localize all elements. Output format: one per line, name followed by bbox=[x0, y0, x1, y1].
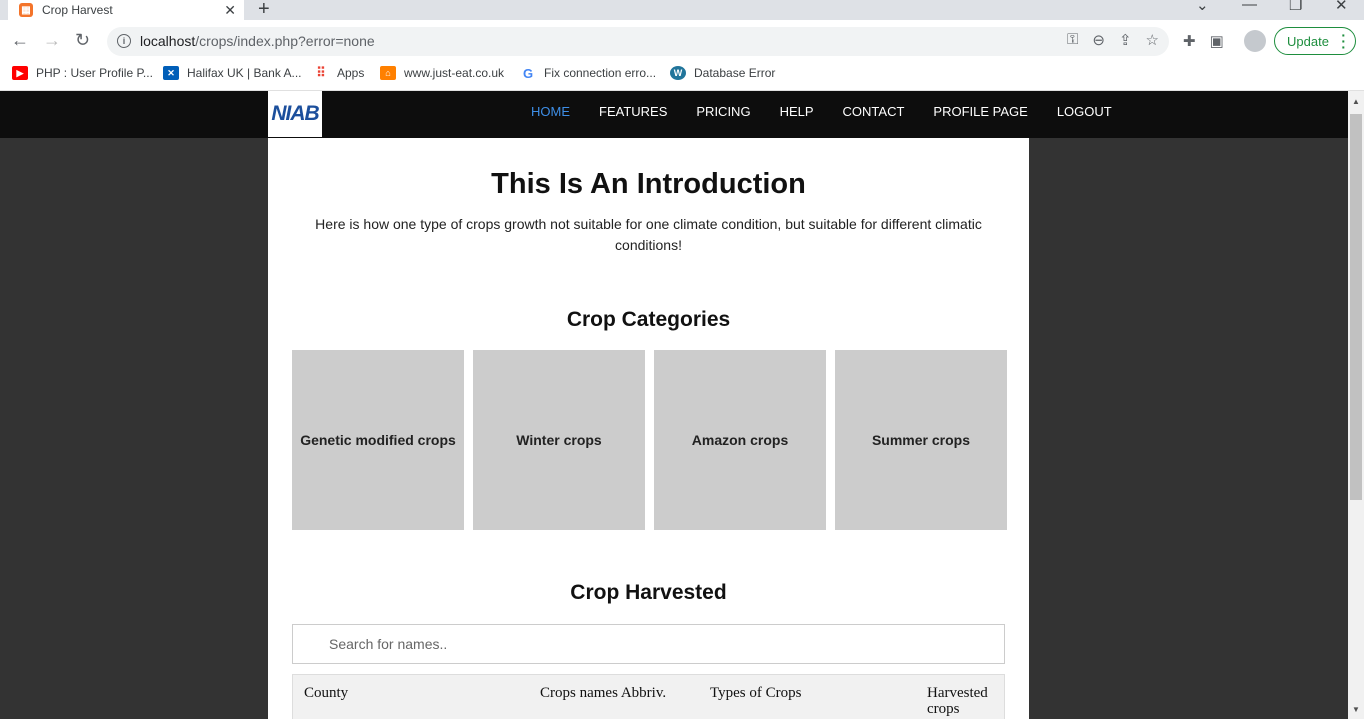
new-tab-button[interactable]: + bbox=[258, 0, 270, 21]
nav-help[interactable]: HELP bbox=[780, 104, 814, 119]
bookmarks-bar: ▶ PHP : User Profile P... ✕ Halifax UK |… bbox=[0, 62, 1364, 91]
extension-actions: ✚ ▣ bbox=[1183, 32, 1224, 50]
bookmark-just-eat[interactable]: ⌂ www.just-eat.co.uk bbox=[380, 66, 504, 80]
close-tab-icon[interactable]: ✕ bbox=[224, 2, 236, 19]
search-input[interactable] bbox=[292, 624, 1005, 664]
bookmark-fix-connection[interactable]: G Fix connection erro... bbox=[520, 65, 657, 81]
tab-strip: ▦ Crop Harvest ✕ + ⌄ — ❐ ✕ bbox=[0, 0, 1364, 20]
bookmark-halifax[interactable]: ✕ Halifax UK | Bank A... bbox=[163, 66, 302, 80]
omnibox-actions: ⚿ ⊖ ⇪ ☆ bbox=[1067, 31, 1159, 49]
bookmark-label: PHP : User Profile P... bbox=[36, 66, 153, 80]
xampp-favicon-icon: ▦ bbox=[19, 3, 33, 17]
update-label: Update bbox=[1287, 33, 1329, 49]
back-icon[interactable]: ← bbox=[11, 30, 29, 51]
bookmark-apps[interactable]: ⠿ Apps bbox=[313, 65, 365, 80]
column-header-county[interactable]: County bbox=[304, 685, 348, 702]
minimize-icon[interactable]: — bbox=[1242, 0, 1257, 13]
apps-grid-icon: ⠿ bbox=[316, 65, 326, 80]
bookmark-label: Fix connection erro... bbox=[544, 66, 657, 80]
category-card-genetic-modified[interactable]: Genetic modified crops bbox=[292, 350, 464, 530]
key-icon[interactable]: ⚿ bbox=[1067, 31, 1078, 49]
nav-contact[interactable]: CONTACT bbox=[843, 104, 905, 119]
just-eat-icon: ⌂ bbox=[380, 66, 396, 80]
bookmark-php-profile[interactable]: ▶ PHP : User Profile P... bbox=[12, 66, 153, 80]
nav-features[interactable]: FEATURES bbox=[599, 104, 667, 119]
close-window-icon[interactable]: ✕ bbox=[1335, 0, 1348, 14]
scrollbar-thumb[interactable] bbox=[1350, 114, 1362, 500]
star-icon[interactable]: ☆ bbox=[1146, 31, 1159, 49]
nav-profile-page[interactable]: PROFILE PAGE bbox=[933, 104, 1027, 119]
tab-search-icon[interactable]: ⌄ bbox=[1196, 0, 1209, 14]
url-text[interactable]: localhost/crops/index.php?error=none bbox=[140, 33, 375, 49]
address-bar[interactable]: i localhost/crops/index.php?error=none ⚿… bbox=[107, 27, 1169, 56]
bookmark-label: www.just-eat.co.uk bbox=[404, 66, 505, 80]
menu-kebab-icon[interactable]: · · · bbox=[1341, 28, 1346, 54]
category-cards: Genetic modified crops Winter crops Amaz… bbox=[292, 350, 1007, 530]
column-header-types[interactable]: Types of Crops bbox=[710, 685, 801, 702]
column-header-crops-abbriv[interactable]: Crops names Abbriv. bbox=[540, 685, 666, 702]
forward-icon[interactable]: → bbox=[43, 30, 61, 51]
column-header-harvested[interactable]: Harvested crops bbox=[927, 685, 999, 717]
browser-tab[interactable]: ▦ Crop Harvest ✕ bbox=[8, 0, 244, 20]
update-button[interactable]: Update · · · bbox=[1274, 27, 1356, 55]
bookmark-label: Apps bbox=[337, 66, 365, 80]
reload-icon[interactable]: ↻ bbox=[75, 30, 90, 51]
wordpress-icon: W bbox=[670, 66, 686, 80]
intro-text: Here is how one type of crops growth not… bbox=[315, 216, 982, 253]
bookmark-label: Halifax UK | Bank A... bbox=[187, 66, 302, 80]
tab-title: Crop Harvest bbox=[42, 3, 113, 17]
logo-text: NIAB bbox=[271, 102, 319, 125]
share-icon[interactable]: ⇪ bbox=[1119, 31, 1132, 49]
table-header-row: County Crops names Abbriv. Types of Crop… bbox=[292, 674, 1005, 719]
nav-home[interactable]: HOME bbox=[531, 104, 570, 119]
scroll-up-arrow-icon[interactable]: ▲ bbox=[1352, 97, 1360, 106]
bookmark-label: Database Error bbox=[694, 66, 776, 80]
site-navbar: NIAB HOME FEATURES PRICING HELP CONTACT … bbox=[0, 91, 1348, 138]
page-scrollbar[interactable]: ▲ ▼ bbox=[1348, 91, 1364, 719]
category-card-summer[interactable]: Summer crops bbox=[835, 350, 1007, 530]
nav-logout[interactable]: LOGOUT bbox=[1057, 104, 1112, 119]
extensions-puzzle-icon[interactable]: ✚ bbox=[1183, 32, 1196, 50]
side-panel-icon[interactable]: ▣ bbox=[1210, 32, 1224, 50]
halifax-icon: ✕ bbox=[163, 66, 179, 80]
zoom-icon[interactable]: ⊖ bbox=[1092, 31, 1105, 49]
category-card-winter[interactable]: Winter crops bbox=[473, 350, 645, 530]
site-info-icon[interactable]: i bbox=[117, 34, 131, 48]
bookmark-database-error[interactable]: W Database Error bbox=[670, 66, 775, 80]
niab-logo[interactable]: NIAB bbox=[268, 91, 322, 137]
url-host: localhost bbox=[140, 33, 196, 49]
google-icon: G bbox=[522, 65, 534, 81]
intro-title: This Is An Introduction bbox=[491, 168, 806, 200]
category-card-amazon[interactable]: Amazon crops bbox=[654, 350, 826, 530]
profile-avatar[interactable] bbox=[1244, 30, 1266, 52]
nav-pricing[interactable]: PRICING bbox=[696, 104, 750, 119]
youtube-icon: ▶ bbox=[12, 66, 28, 80]
url-path: /crops/index.php?error=none bbox=[195, 33, 375, 49]
restore-icon[interactable]: ❐ bbox=[1289, 0, 1302, 14]
nav-links: HOME FEATURES PRICING HELP CONTACT PROFI… bbox=[531, 104, 1112, 119]
scroll-down-arrow-icon[interactable]: ▼ bbox=[1352, 705, 1360, 714]
crop-categories-title: Crop Categories bbox=[566, 308, 731, 331]
main-content: This Is An Introduction Here is how one … bbox=[268, 138, 1029, 719]
crop-harvested-title: Crop Harvested bbox=[570, 581, 727, 604]
page-viewport: NIAB HOME FEATURES PRICING HELP CONTACT … bbox=[0, 91, 1348, 719]
